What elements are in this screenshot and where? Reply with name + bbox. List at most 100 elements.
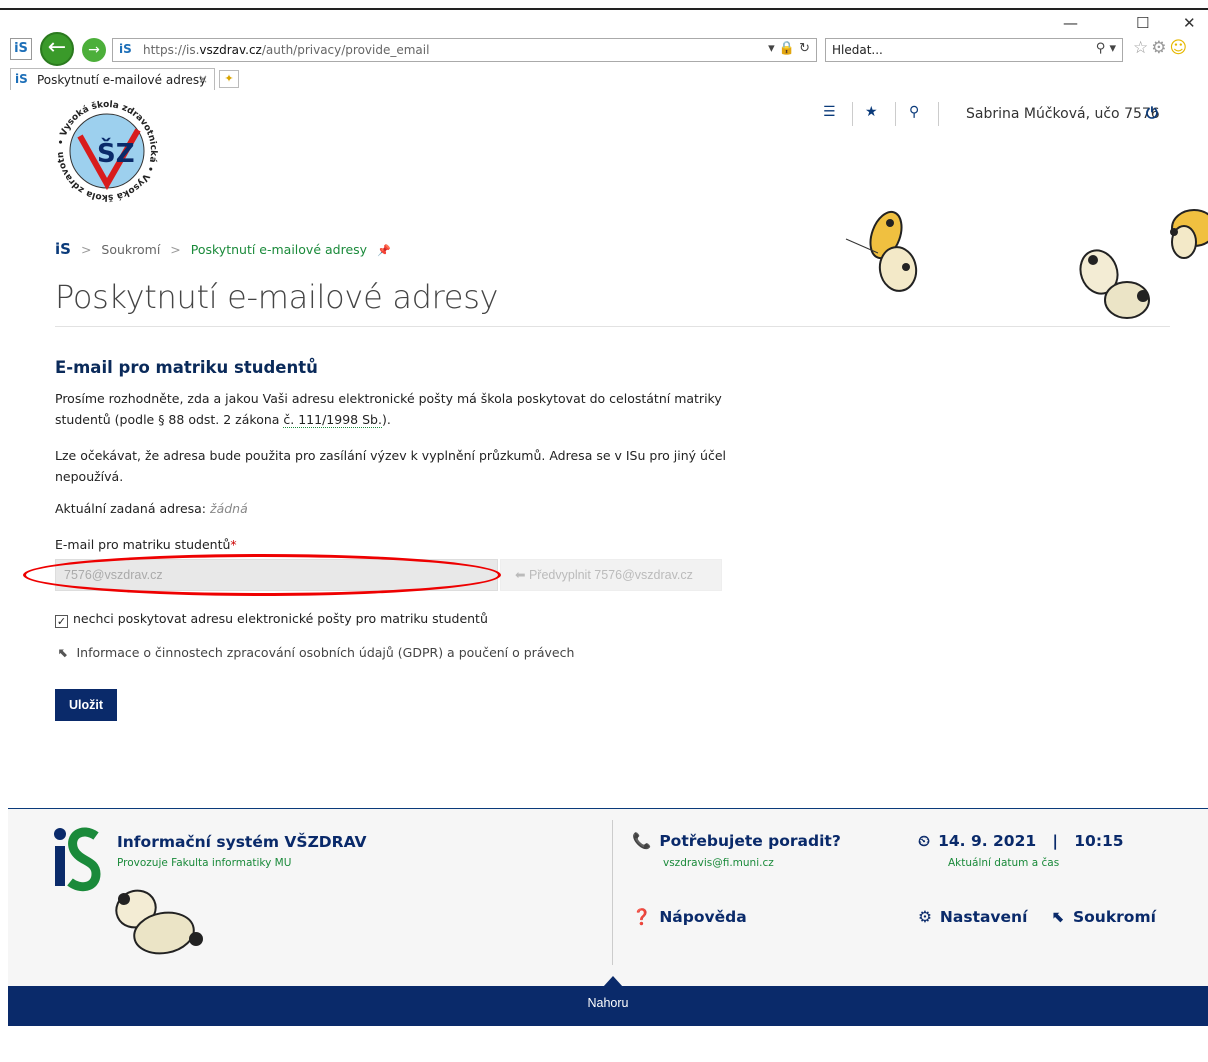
privacy-hand-icon: ⬉ xyxy=(1052,908,1065,926)
datetime-caption: Aktuální datum a čas xyxy=(948,857,1060,869)
maximize-button[interactable]: ☐ xyxy=(1136,14,1149,32)
email-field-label: E-mail pro matriku studentů* xyxy=(55,537,237,552)
title-divider xyxy=(55,326,1170,327)
browser-tab[interactable]: iS Poskytnutí e-mailové adresy × xyxy=(10,68,215,90)
gear-icon: ⚙ xyxy=(918,908,932,926)
datetime: ⏲ 14. 9. 2021 | 10:15 xyxy=(918,832,1124,851)
help-link-label: Nápověda xyxy=(659,908,747,926)
breadcrumb-item-current[interactable]: Poskytnutí e-mailové adresy xyxy=(191,242,367,257)
minimize-button[interactable]: — xyxy=(1063,14,1078,32)
prefill-button[interactable]: ⬅ Předvyplnit 7576@vszdrav.cz xyxy=(500,559,722,591)
url-text: https://is.vszdrav.cz/auth/privacy/provi… xyxy=(143,43,429,57)
privacy-link-label: Soukromí xyxy=(1073,908,1156,926)
browser-search-box[interactable]: Hledat... ⚲ ▾ xyxy=(825,38,1123,62)
header-separator xyxy=(852,102,853,126)
time-value: 10:15 xyxy=(1074,832,1124,850)
page-favicon-icon: iS xyxy=(119,42,132,56)
search-icon[interactable]: ⚲ xyxy=(1096,41,1106,56)
prefill-button-label: Předvyplnit 7576@vszdrav.cz xyxy=(528,568,693,582)
breadcrumb-separator: > xyxy=(80,242,92,257)
butterfly-decoration-icon xyxy=(1170,209,1208,259)
email-field[interactable]: 7576@vszdrav.cz xyxy=(55,559,498,591)
no-email-checkbox-row[interactable]: ✓ nechci poskytovat adresu elektronické p… xyxy=(55,611,488,628)
tab-favicon-icon: iS xyxy=(15,72,28,86)
usage-paragraph: Lze očekávat, že adresa bude použita pro… xyxy=(55,448,727,484)
butterfly-decoration-icon xyxy=(845,210,918,292)
window-top-border xyxy=(0,8,1208,10)
tab-close-icon[interactable]: × xyxy=(198,72,208,86)
new-tab-button[interactable]: ✦ xyxy=(219,70,239,88)
settings-gear-icon[interactable]: ⚙ xyxy=(1151,38,1169,58)
current-address: Aktuální zadaná adresa: žádná xyxy=(55,501,248,516)
refresh-icon[interactable]: ↻ xyxy=(799,41,810,56)
pin-icon[interactable]: 📌 xyxy=(377,244,391,257)
phone-icon: 📞 xyxy=(632,832,652,850)
school-logo[interactable]: • Vysoká škola zdravotnická • Vysoká ško… xyxy=(52,96,162,206)
privacy-link[interactable]: ⬉ Soukromí xyxy=(1052,908,1156,926)
footer-subtitle[interactable]: Provozuje Fakulta informatiky MU xyxy=(117,857,291,869)
back-to-top-label[interactable]: Nahoru xyxy=(8,996,1208,1010)
search-icon[interactable]: ⚲ xyxy=(909,104,919,120)
chevron-down-icon[interactable]: ▾ xyxy=(1109,41,1116,56)
date-separator: | xyxy=(1052,832,1059,850)
favorites-icon[interactable]: ★ xyxy=(865,104,878,120)
close-window-button[interactable]: ✕ xyxy=(1183,14,1196,32)
lock-icon[interactable]: 🔒 xyxy=(779,41,795,56)
url-domain: vszdrav.cz xyxy=(199,43,262,57)
address-bar[interactable]: iS https://is.vszdrav.cz/auth/privacy/pr… xyxy=(112,38,817,62)
date-value: 14. 9. 2021 xyxy=(938,832,1037,850)
butterfly-decoration-icon xyxy=(115,889,203,955)
save-button[interactable]: Uložit xyxy=(55,689,117,721)
arrow-left-icon: ⬅ xyxy=(515,568,526,582)
gdpr-info-label[interactable]: Informace o činnostech zpracování osobní… xyxy=(76,645,574,660)
url-actions: ▾ 🔒 ↻ xyxy=(768,41,810,56)
search-actions: ⚲ ▾ xyxy=(1096,41,1116,56)
breadcrumb-home-icon[interactable]: iS xyxy=(55,240,71,258)
section-title: E-mail pro matriku studentů xyxy=(55,358,318,377)
back-arrow-icon: ← xyxy=(47,35,67,60)
help-email[interactable]: vszdravis@fi.muni.cz xyxy=(663,857,774,869)
clock-icon: ⏲ xyxy=(918,832,931,850)
email-field-placeholder: 7576@vszdrav.cz xyxy=(64,568,163,582)
page-title: Poskytnutí e-mailové adresy xyxy=(55,278,499,316)
settings-link[interactable]: ⚙ Nastavení xyxy=(918,908,1027,926)
is-logo-icon[interactable] xyxy=(52,826,102,892)
header-separator xyxy=(938,102,939,126)
menu-icon[interactable]: ☰ xyxy=(823,104,836,120)
site-favicon-icon[interactable]: iS xyxy=(10,38,32,60)
no-email-checkbox-label[interactable]: nechci poskytovat adresu elektronické po… xyxy=(73,611,488,626)
no-email-checkbox[interactable]: ✓ xyxy=(55,615,68,628)
help-link[interactable]: ❓ Nápověda xyxy=(632,908,747,926)
required-mark: * xyxy=(230,537,237,552)
help-title: Potřebujete poradit? xyxy=(659,832,841,850)
intro-paragraph: Prosíme rozhodněte, zda a jakou Vaši adr… xyxy=(55,388,735,430)
logout-power-icon[interactable]: ⏻ xyxy=(1146,104,1158,122)
header-separator xyxy=(895,102,896,126)
footer-title: Informační systém VŠZDRAV xyxy=(117,833,367,851)
email-field-label-text: E-mail pro matriku studentů xyxy=(55,537,231,552)
favorites-star-icon[interactable]: ☆ xyxy=(1133,38,1151,58)
user-name[interactable]: Sabrina Múčková, učo 7576 xyxy=(966,106,1160,122)
url-path: /auth/privacy/provide_email xyxy=(261,43,430,57)
feedback-smiley-icon[interactable]: ☺ xyxy=(1170,38,1191,58)
footer-divider xyxy=(612,820,613,965)
breadcrumb-separator: > xyxy=(170,242,181,257)
breadcrumb-item-soukromi[interactable]: Soukromí xyxy=(101,242,160,257)
settings-link-label: Nastavení xyxy=(939,908,1028,926)
help-contact[interactable]: 📞 Potřebujete poradit? xyxy=(632,832,841,850)
url-prefix: https://is. xyxy=(143,43,200,57)
back-button[interactable]: ← xyxy=(40,32,74,66)
current-address-value: žádná xyxy=(210,501,248,516)
question-circle-icon: ❓ xyxy=(632,908,652,926)
gdpr-info-link[interactable]: ⬉ Informace o činnostech zpracování osobn… xyxy=(58,645,574,660)
breadcrumb: iS > Soukromí > Poskytnutí e-mailové adr… xyxy=(55,240,391,258)
back-to-top-bar[interactable]: Nahoru xyxy=(8,986,1208,1026)
forward-arrow-icon: → xyxy=(88,42,100,58)
privacy-hand-icon: ⬉ xyxy=(58,645,69,660)
forward-button[interactable]: → xyxy=(82,38,106,62)
dropdown-arrow-icon[interactable]: ▾ xyxy=(768,41,775,56)
toolbar-icons: ☆⚙☺ xyxy=(1133,38,1190,58)
law-link[interactable]: č. 111/1998 Sb. xyxy=(283,412,382,428)
logo-mark: ŠZ xyxy=(97,137,135,169)
intro-text-end: ). xyxy=(381,412,391,427)
